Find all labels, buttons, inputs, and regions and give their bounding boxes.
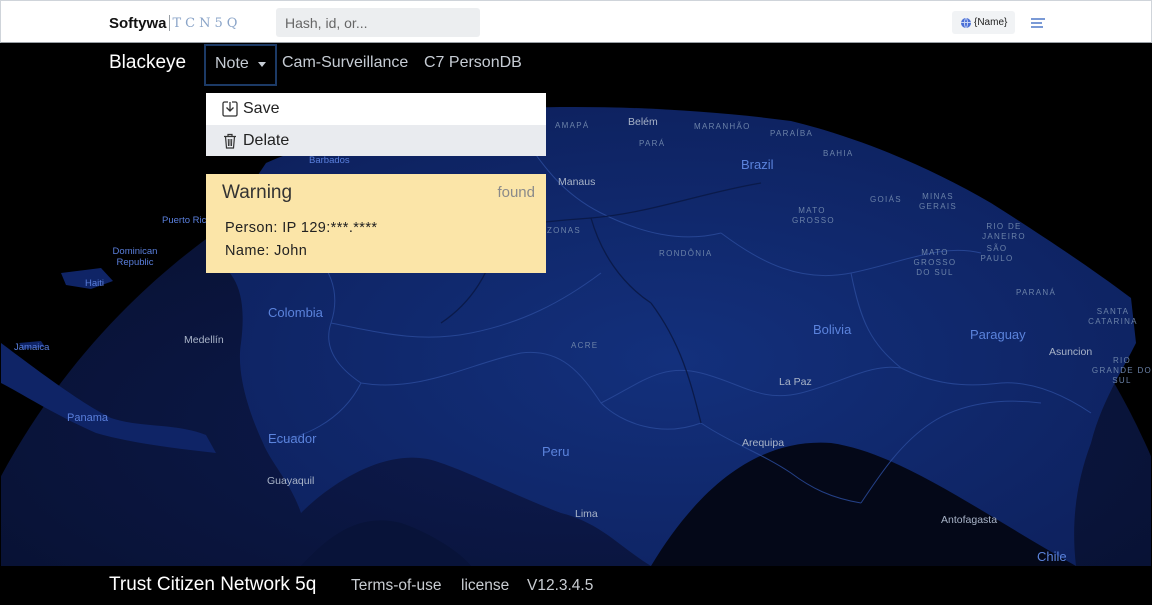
map-label-bahia: BAHIA <box>823 149 854 158</box>
map-label-puerto-rico: Puerto Rico <box>162 215 212 226</box>
map-label-rio-grande-do-sul: RIO GRANDE DO SUL <box>1091 356 1151 385</box>
map-label-peru: Peru <box>542 444 570 459</box>
footer: Trust Citizen Network 5q Terms-of-use li… <box>0 566 1152 605</box>
map-label-asuncion: Asuncion <box>1049 346 1093 358</box>
map-label-goias: GOIÁS <box>870 195 902 204</box>
map-label-barbados: Barbados <box>309 155 350 166</box>
map-label-mato-grosso: MATO GROSSO <box>792 206 835 225</box>
map-label-bolivia: Bolivia <box>813 322 852 337</box>
map-label-rondonia: RONDÔNIA <box>659 249 713 258</box>
map-label-haiti: Haiti <box>85 278 105 289</box>
brand-code: TCN5Q <box>172 15 242 31</box>
map-label-minas-gerais: MINAS GERAIS <box>918 192 958 211</box>
map-label-acre: ACRE <box>571 341 599 350</box>
map-label-chile: Chile <box>1037 549 1067 564</box>
brand-name: Softywa <box>109 14 167 32</box>
dropdown-item-label: Delate <box>243 131 290 149</box>
menu-icon[interactable] <box>1031 17 1045 29</box>
map-label-para: PARÁ <box>639 139 666 148</box>
map-label-amapa: AMAPÁ <box>555 121 590 130</box>
version-label: V12.3.4.5 <box>527 577 594 594</box>
user-chip[interactable]: {Name} <box>952 11 1016 34</box>
map-label-manaus: Manaus <box>558 176 596 188</box>
warning-person: Person: IP 129:***.**** <box>225 220 378 236</box>
map-label-guayaquil: Guayaquil <box>267 475 315 487</box>
license-link[interactable]: license <box>461 577 509 595</box>
nav-note-dropdown[interactable]: Note <box>204 44 277 86</box>
footer-title: Trust Citizen Network 5q <box>109 574 317 595</box>
map-label-amazonas: ZONAS <box>547 226 582 235</box>
app-title[interactable]: Blackeye <box>109 52 186 74</box>
map-label-ecuador: Ecuador <box>268 431 317 446</box>
map-label-antofagasta: Antofagasta <box>941 514 998 526</box>
map-label-belem: Belém <box>628 116 658 128</box>
map-label-dominican-republic: Dominican Republic <box>112 246 158 268</box>
terms-link[interactable]: Terms-of-use <box>351 577 441 595</box>
map-label-paraguay: Paraguay <box>970 327 1026 342</box>
map-label-panama: Panama <box>67 412 108 424</box>
map-label-maranhao: MARANHÃO <box>694 122 751 131</box>
trash-icon <box>224 133 236 149</box>
nav-cam-surveillance[interactable]: Cam-Surveillance <box>282 54 408 72</box>
map-label-parana: PARANÁ <box>1016 288 1057 297</box>
dropdown-item-label: Save <box>243 99 280 117</box>
map-label-brazil: Brazil <box>741 157 774 172</box>
dropdown-item-save[interactable]: Save <box>206 93 546 124</box>
warning-name: Name: John <box>225 243 308 259</box>
warning-status: found <box>497 184 535 201</box>
note-dropdown-menu: Save Delate <box>206 93 546 156</box>
map-label-colombia: Colombia <box>268 305 323 320</box>
map-label-arequipa: Arequipa <box>742 437 785 449</box>
dropdown-item-delate[interactable]: Delate <box>206 125 546 156</box>
download-icon <box>222 100 238 117</box>
globe-icon <box>961 17 971 28</box>
nav-note-label: Note <box>215 55 249 72</box>
map-label-la-paz: La Paz <box>779 376 812 388</box>
map-label-lima: Lima <box>575 508 598 520</box>
nav-c7-persondb[interactable]: C7 PersonDB <box>424 54 522 72</box>
map-label-mato-grosso-do-sul: MATO GROSSO DO SUL <box>913 248 957 277</box>
map-label-sao-paulo: SÃO PAULO <box>980 244 1014 263</box>
search-input[interactable] <box>276 8 480 37</box>
user-name: {Name} <box>974 17 1008 28</box>
top-bar: Softywa TCN5Q {Name} <box>0 0 1152 43</box>
caret-down-icon <box>258 62 266 67</box>
map-view[interactable]: Brazil Colombia Bolivia Paraguay Ecuador… <box>1 43 1151 566</box>
map-label-jamaica: Jamaica <box>14 342 50 353</box>
warning-card: Warning found Person: IP 129:***.**** Na… <box>206 174 546 273</box>
map-label-rio-de-janeiro: RIO DE JANEIRO <box>982 222 1026 241</box>
brand-divider <box>168 15 170 31</box>
map-label-santa-catarina: SANTA CATARINA <box>1088 307 1138 326</box>
warning-title: Warning <box>222 182 293 203</box>
map-label-medellin: Medellín <box>184 334 224 346</box>
brand-logo[interactable]: Softywa TCN5Q <box>109 14 241 32</box>
map-label-paraiba: PARAÍBA <box>770 129 814 138</box>
